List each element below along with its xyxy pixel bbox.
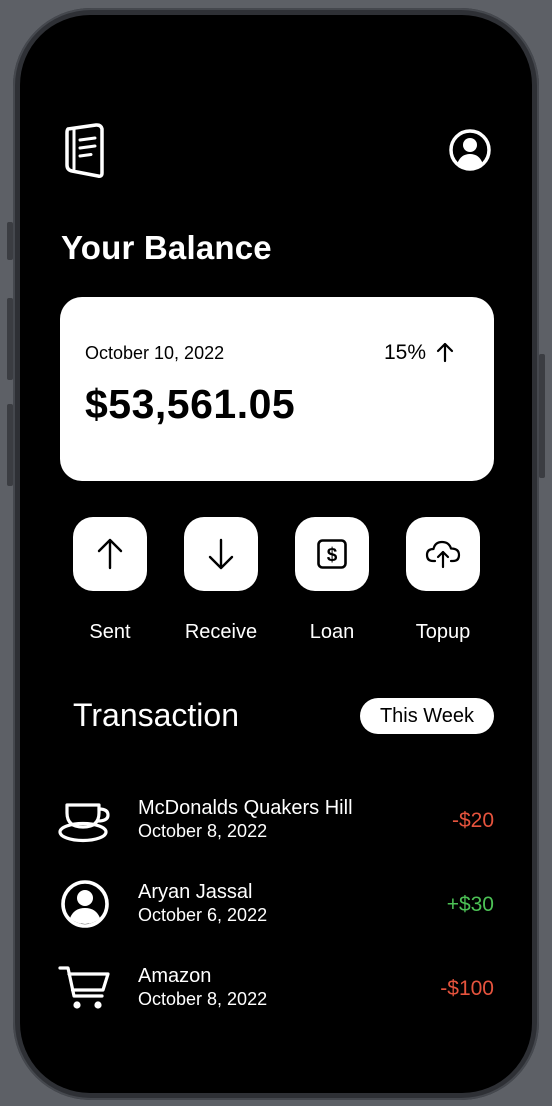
coffee-cup-icon xyxy=(58,803,110,843)
sent-label: Sent xyxy=(89,621,131,643)
receipt-book-icon[interactable] xyxy=(62,123,108,179)
transaction-name: Amazon xyxy=(138,965,212,987)
arrow-down-icon xyxy=(208,538,234,570)
transaction-amount: -$100 xyxy=(440,977,494,1000)
transaction-amount: -$20 xyxy=(451,809,494,832)
this-week-filter-button[interactable]: This Week xyxy=(360,698,494,734)
balance-heading: Your Balance xyxy=(61,229,272,266)
mute-switch xyxy=(7,222,13,260)
receive-button[interactable] xyxy=(184,517,258,591)
action-loan: $ Loan xyxy=(295,517,369,643)
balance-percent: 15% xyxy=(384,341,427,364)
balance-card: October 10, 2022 15% $53,561.05 xyxy=(60,297,494,481)
transaction-row[interactable]: Aryan Jassal October 6, 2022 +$30 xyxy=(20,880,532,941)
profile-icon[interactable] xyxy=(448,128,492,172)
balance-date: October 10, 2022 xyxy=(85,343,225,363)
loan-button[interactable]: $ xyxy=(295,517,369,591)
action-sent: Sent xyxy=(73,517,147,643)
svg-text:$: $ xyxy=(327,545,338,566)
transaction-name: McDonalds Quakers Hill xyxy=(138,797,353,819)
balance-amount: $53,561.05 xyxy=(85,381,296,427)
topup-button[interactable] xyxy=(406,517,480,591)
shopping-cart-icon xyxy=(58,966,110,1009)
transaction-date: October 8, 2022 xyxy=(138,821,268,841)
topup-label: Topup xyxy=(415,621,471,643)
action-topup: Topup xyxy=(406,517,480,643)
user-circle-icon xyxy=(61,880,109,928)
volume-down-button xyxy=(7,404,13,486)
arrow-up-icon xyxy=(97,538,123,570)
power-button xyxy=(539,354,545,478)
transaction-date: October 8, 2022 xyxy=(138,989,268,1009)
transaction-name: Aryan Jassal xyxy=(138,881,253,903)
action-receive: Receive xyxy=(184,517,258,643)
transaction-row[interactable]: McDonalds Quakers Hill October 8, 2022 -… xyxy=(20,797,532,857)
transaction-heading: Transaction xyxy=(73,697,239,733)
transaction-row[interactable]: Amazon October 8, 2022 -$100 xyxy=(20,965,532,1025)
transaction-date: October 6, 2022 xyxy=(138,905,268,925)
device-notch xyxy=(196,15,356,75)
transaction-amount: +$30 xyxy=(446,893,494,916)
dollar-box-icon: $ xyxy=(317,539,347,569)
arrow-up-icon xyxy=(436,342,454,363)
app-screen: Your Balance October 10, 2022 15% $53,56… xyxy=(20,15,532,1093)
loan-label: Loan xyxy=(309,621,355,643)
sent-button[interactable] xyxy=(73,517,147,591)
cloud-upload-icon xyxy=(425,540,461,569)
receive-label: Receive xyxy=(184,621,258,643)
volume-up-button xyxy=(7,298,13,380)
